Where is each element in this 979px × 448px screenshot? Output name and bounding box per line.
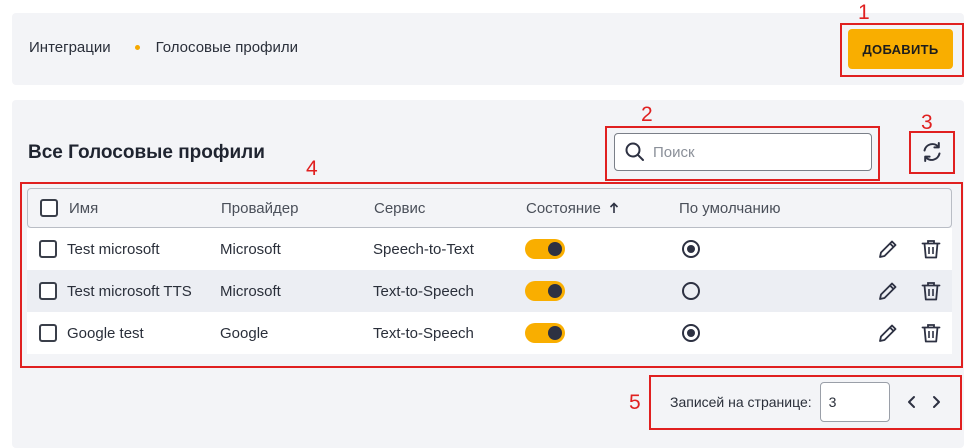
- row-checkbox[interactable]: [39, 324, 57, 342]
- delete-button[interactable]: [920, 322, 942, 344]
- page-size-input[interactable]: [819, 382, 890, 422]
- row-provider: Google: [220, 324, 269, 342]
- trash-icon: [921, 324, 941, 343]
- edit-button[interactable]: [877, 322, 899, 344]
- state-toggle[interactable]: [525, 281, 565, 301]
- toggle-knob: [548, 326, 562, 340]
- table-row: Test microsoft TTS Microsoft Text-to-Spe…: [27, 270, 952, 312]
- annotation-label-1: 1: [858, 1, 870, 24]
- next-page-button[interactable]: [924, 390, 948, 414]
- table-header: Имя Провайдер Сервис Состояние По умолча…: [27, 188, 952, 228]
- column-header-name[interactable]: Имя: [69, 200, 98, 217]
- default-radio[interactable]: [682, 324, 700, 342]
- breadcrumb-item-voice-profiles: Голосовые профили: [155, 39, 298, 56]
- page-size-label: Записей на странице:: [670, 394, 812, 410]
- edit-icon: [879, 324, 897, 342]
- column-header-state[interactable]: Состояние: [526, 200, 619, 217]
- row-provider: Microsoft: [220, 282, 281, 300]
- search-icon: [625, 142, 644, 161]
- search-box[interactable]: [614, 133, 872, 171]
- edit-button[interactable]: [877, 280, 899, 302]
- edit-button[interactable]: [877, 238, 899, 260]
- annotation-label-5: 5: [629, 391, 641, 414]
- header-card: Интеграции Голосовые профили ДОБАВИТЬ: [12, 13, 964, 85]
- trash-icon: [921, 240, 941, 259]
- breadcrumb-separator: [134, 45, 140, 50]
- state-toggle[interactable]: [525, 239, 565, 259]
- chevron-right-icon: [932, 396, 940, 408]
- default-radio[interactable]: [682, 282, 700, 300]
- delete-button[interactable]: [920, 238, 942, 260]
- breadcrumb-item-integrations[interactable]: Интеграции: [29, 39, 111, 56]
- row-name: Test microsoft TTS: [67, 282, 192, 300]
- refresh-button[interactable]: [918, 138, 946, 166]
- row-service: Text-to-Speech: [373, 324, 474, 342]
- prev-page-button[interactable]: [900, 390, 924, 414]
- main-card: Все Голосовые профили Имя Провайдер Серв…: [12, 100, 964, 448]
- toggle-knob: [548, 242, 562, 256]
- table-row: Google test Google Text-to-Speech: [27, 312, 952, 354]
- chevron-left-icon: [907, 396, 915, 408]
- refresh-icon: [923, 142, 941, 162]
- column-header-provider[interactable]: Провайдер: [221, 200, 298, 217]
- column-header-default[interactable]: По умолчанию: [679, 200, 780, 217]
- default-radio[interactable]: [682, 240, 700, 258]
- edit-icon: [879, 282, 897, 300]
- row-checkbox[interactable]: [39, 282, 57, 300]
- trash-icon: [921, 282, 941, 301]
- annotation-label-3: 3: [921, 111, 933, 134]
- annotation-label-2: 2: [641, 103, 653, 126]
- row-service: Text-to-Speech: [373, 282, 474, 300]
- page-title: Все Голосовые профили: [28, 142, 265, 163]
- column-header-state-label: Состояние: [526, 199, 601, 217]
- row-provider: Microsoft: [220, 240, 281, 258]
- column-header-service[interactable]: Сервис: [374, 200, 425, 217]
- annotation-label-4: 4: [306, 157, 318, 180]
- row-name: Test microsoft: [67, 240, 160, 258]
- sort-up-icon: [609, 202, 618, 213]
- breadcrumb: Интеграции Голосовые профили: [29, 39, 298, 56]
- row-checkbox[interactable]: [39, 240, 57, 258]
- state-toggle[interactable]: [525, 323, 565, 343]
- row-service: Speech-to-Text: [373, 240, 474, 258]
- edit-icon: [879, 240, 897, 258]
- delete-button[interactable]: [920, 280, 942, 302]
- row-name: Google test: [67, 324, 144, 342]
- add-button[interactable]: ДОБАВИТЬ: [848, 29, 953, 69]
- profiles-table: Имя Провайдер Сервис Состояние По умолча…: [27, 188, 952, 354]
- select-all-checkbox[interactable]: [40, 199, 58, 217]
- pagination: Записей на странице:: [660, 380, 948, 424]
- search-input[interactable]: [653, 143, 853, 161]
- table-row: Test microsoft Microsoft Speech-to-Text: [27, 228, 952, 270]
- toggle-knob: [548, 284, 562, 298]
